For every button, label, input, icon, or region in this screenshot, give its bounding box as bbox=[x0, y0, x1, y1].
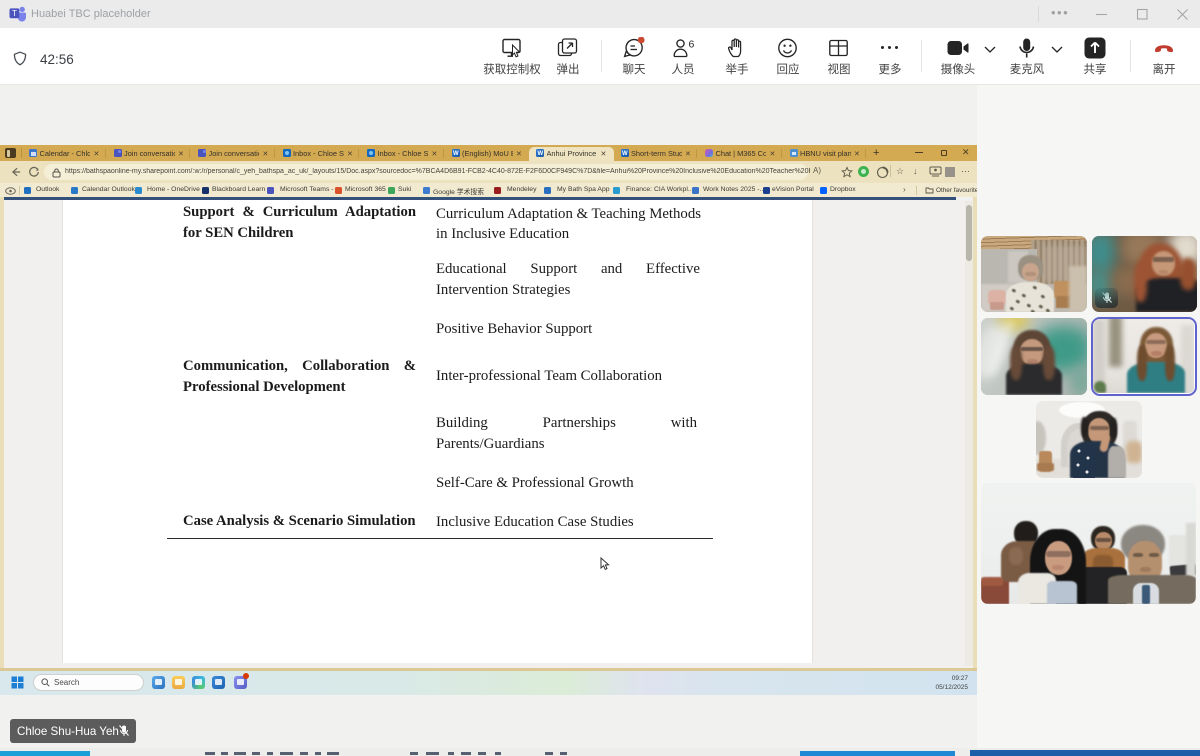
svg-text:T: T bbox=[12, 9, 17, 18]
svg-text:6: 6 bbox=[689, 39, 695, 51]
